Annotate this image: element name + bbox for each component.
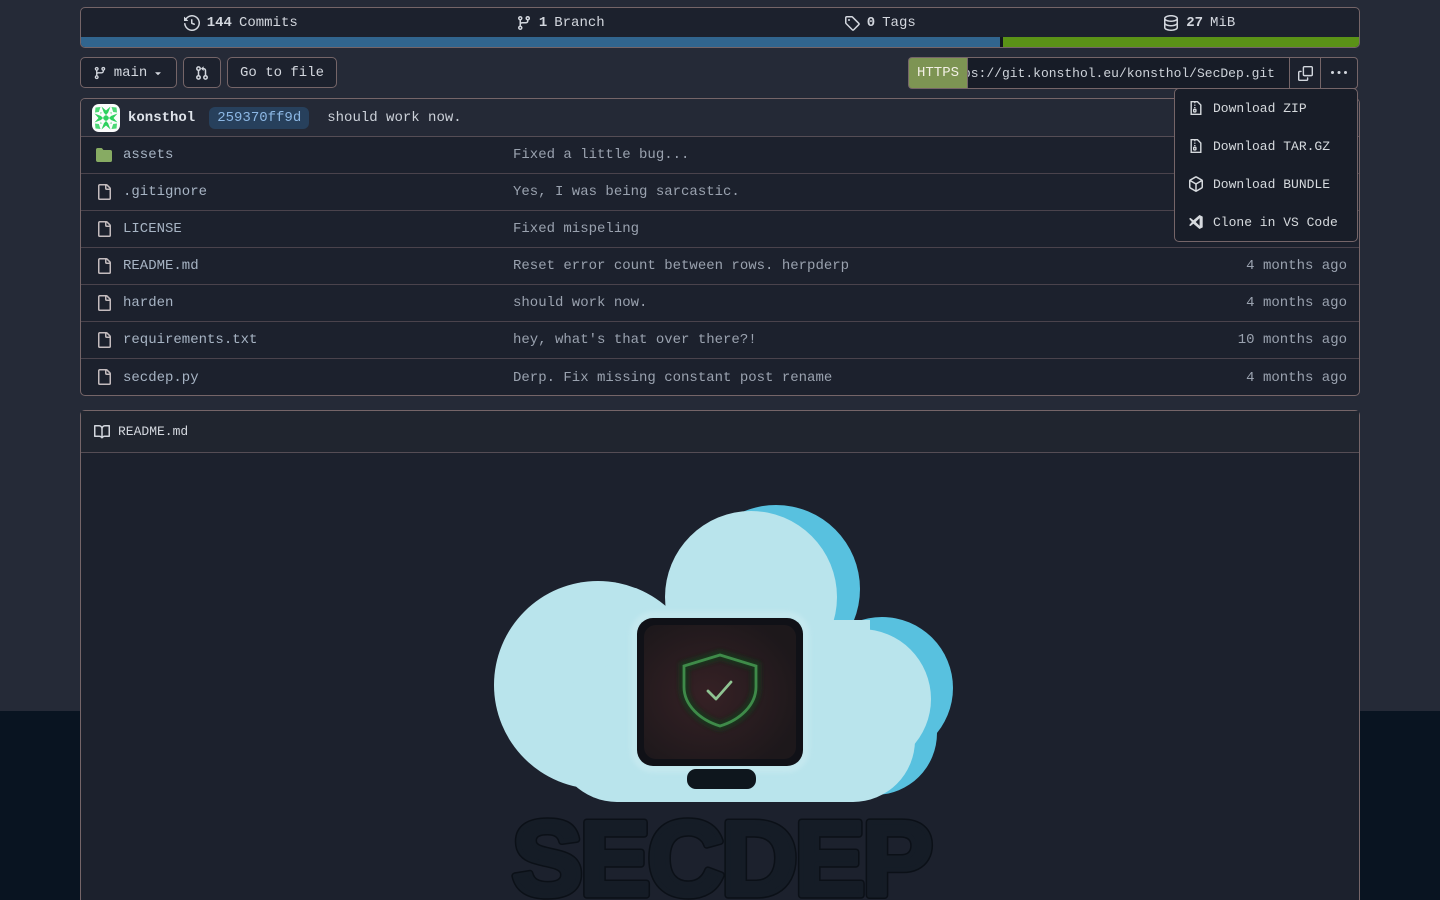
svg-text:SECDEP: SECDEP: [512, 800, 930, 900]
